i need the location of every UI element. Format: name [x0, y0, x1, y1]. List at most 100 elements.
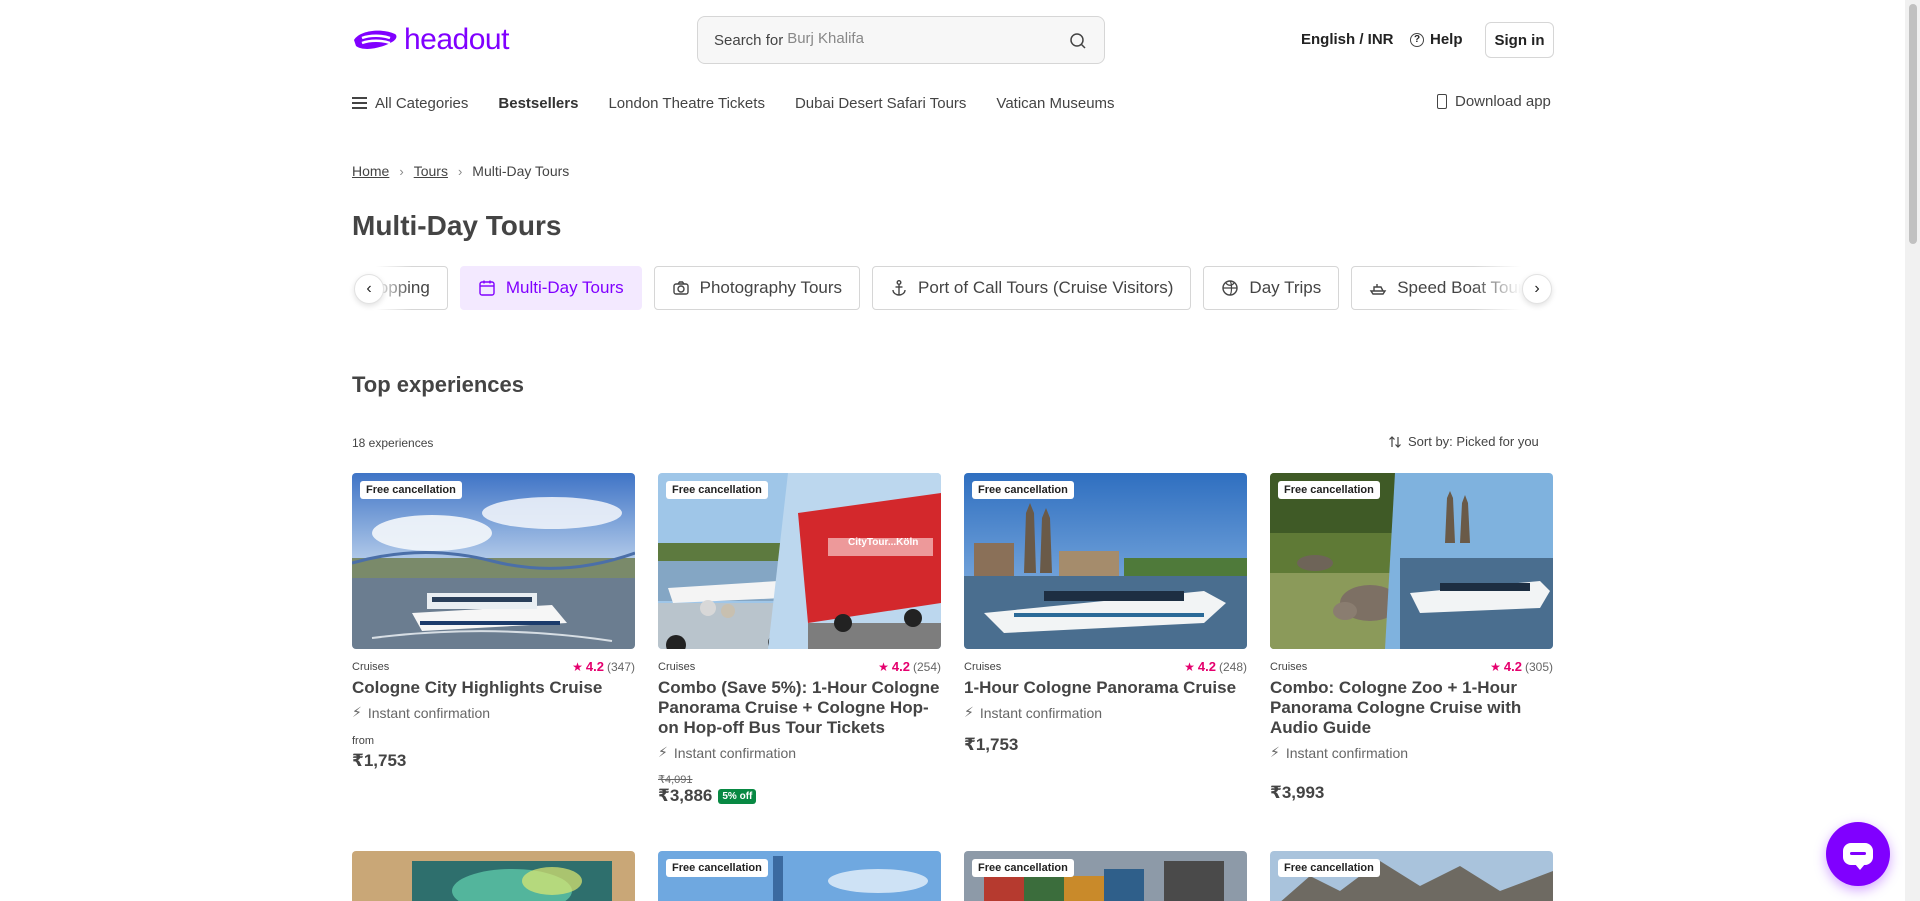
card-rating: ★ 4.2 (248)	[1184, 659, 1247, 674]
chip-photography-tours[interactable]: Photography Tours	[653, 266, 861, 310]
chat-icon	[1843, 843, 1873, 870]
cruise-bus-photo: CityTour...Köln	[658, 473, 941, 649]
card-rating: ★ 4.2 (305)	[1490, 659, 1553, 674]
original-price: ₹4,091	[658, 774, 693, 786]
experience-card[interactable]: Free cancellation Cruises ★ 4.2 (347) Co…	[352, 473, 635, 771]
card-price: ₹3,886	[658, 786, 713, 805]
free-cancellation-badge: Free cancellation	[972, 859, 1074, 877]
sign-in-button[interactable]: Sign in	[1485, 22, 1554, 58]
section-title: Top experiences	[352, 372, 524, 397]
camera-icon	[672, 281, 689, 295]
chevron-right-icon: ›	[457, 163, 463, 179]
help-icon: ?	[1410, 32, 1424, 47]
subcategory-chips: Shopping Multi-Day Tours Photography Tou…	[352, 266, 1553, 312]
chip-port-of-call-tours[interactable]: Port of Call Tours (Cruise Visitors)	[872, 266, 1192, 310]
sort-icon	[1389, 435, 1401, 448]
scrollbar-thumb[interactable]	[1909, 4, 1917, 244]
chevron-left-icon: ‹	[366, 280, 372, 297]
breadcrumb-current: Multi-Day Tours	[472, 163, 570, 179]
svg-text:CityTour...Köln: CityTour...Köln	[848, 537, 918, 548]
card-rating: ★ 4.2 (254)	[878, 659, 941, 674]
help-link[interactable]: ? Help	[1410, 31, 1463, 48]
chip-multi-day-tours[interactable]: Multi-Day Tours	[459, 266, 642, 310]
sort-dropdown[interactable]: Sort by: Picked for you	[1388, 434, 1539, 449]
lightning-icon: ⚡︎	[352, 704, 362, 720]
experience-card[interactable]: Free cancellation Cruises ★ 4.2 (305) Co…	[1270, 473, 1553, 803]
experience-card[interactable]: Free cancellation Cruises ★ 4.2 (248) 1-…	[964, 473, 1247, 755]
category-nav: All Categories Bestsellers London Theatr…	[352, 93, 1145, 113]
experience-card[interactable]: Free cancellation	[964, 851, 1247, 901]
card-price: ₹1,753	[964, 735, 1019, 754]
review-count: (254)	[912, 659, 941, 674]
free-cancellation-badge: Free cancellation	[972, 481, 1074, 499]
breadcrumb: Home › Tours › Multi-Day Tours	[352, 163, 569, 179]
panorama-cruise-photo	[964, 473, 1247, 649]
chevron-right-icon: ›	[399, 163, 404, 179]
nav-all-categories[interactable]: All Categories	[352, 95, 468, 112]
card-category: Cruises	[1270, 660, 1308, 673]
experience-count: 18 experiences	[352, 436, 434, 450]
card-category: Cruises	[658, 660, 696, 673]
experience-card[interactable]: Free cancellation	[658, 851, 941, 901]
chips-scroll-right-button[interactable]: ›	[1522, 274, 1552, 304]
headout-logo[interactable]: headout	[352, 22, 509, 58]
price-from-label: from	[352, 735, 374, 747]
experience-image[interactable]: Free cancellation	[1270, 473, 1553, 649]
instant-confirmation: ⚡︎ Instant confirmation	[1270, 744, 1553, 761]
phone-icon	[1437, 94, 1447, 109]
search-icon[interactable]	[1068, 31, 1088, 51]
discount-badge: 5% off	[718, 788, 757, 804]
card-category: Cruises	[352, 660, 390, 673]
chat-support-button[interactable]	[1826, 822, 1890, 886]
page-title: Multi-Day Tours	[352, 210, 562, 241]
zoo-cruise-photo	[1270, 473, 1553, 649]
rating-score: 4.2	[1197, 659, 1216, 674]
search-input[interactable]: Search for Burj Khalifa	[697, 16, 1105, 64]
star-icon: ★	[1490, 659, 1501, 674]
confirm-label: Instant confirmation	[979, 704, 1103, 721]
lightning-icon: ⚡︎	[964, 704, 974, 720]
card-title[interactable]: Combo (Save 5%): 1-Hour Cologne Panorama…	[658, 678, 941, 738]
confirm-label: Instant confirmation	[367, 704, 491, 721]
nav-bestsellers[interactable]: Bestsellers	[498, 95, 578, 112]
chips-scroll-left-button[interactable]: ‹	[354, 274, 384, 304]
hamburger-icon	[352, 97, 367, 109]
card-rating: ★ 4.2 (347)	[572, 659, 635, 674]
language-currency-selector[interactable]: English / INR	[1301, 31, 1394, 48]
nav-vatican-museums[interactable]: Vatican Museums	[996, 95, 1114, 112]
free-cancellation-badge: Free cancellation	[1278, 859, 1380, 877]
experience-card[interactable]: CityTour...Köln Free cancellation Cruise…	[658, 473, 941, 806]
card-title[interactable]: Combo: Cologne Zoo + 1-Hour Panorama Col…	[1270, 678, 1553, 738]
nav-dubai-desert-safari[interactable]: Dubai Desert Safari Tours	[795, 95, 966, 112]
anchor-icon	[892, 280, 906, 296]
chip-day-trips[interactable]: Day Trips	[1203, 266, 1340, 310]
star-icon: ★	[572, 659, 583, 674]
day-trip-icon	[1222, 280, 1239, 296]
experience-image[interactable]: Free cancellation	[964, 473, 1247, 649]
free-cancellation-badge: Free cancellation	[666, 481, 768, 499]
experience-image[interactable]: Free cancellation	[352, 473, 635, 649]
page-scrollbar[interactable]	[1905, 0, 1920, 901]
instant-confirmation: ⚡︎ Instant confirmation	[352, 704, 635, 721]
nav-london-theatre[interactable]: London Theatre Tickets	[608, 95, 765, 112]
experience-card[interactable]: Free cancellation	[1270, 851, 1553, 901]
experience-card[interactable]	[352, 851, 635, 901]
download-app-link[interactable]: Download app	[1437, 93, 1551, 110]
breadcrumb-home[interactable]: Home	[352, 163, 389, 179]
star-icon: ★	[1184, 659, 1195, 674]
breadcrumb-tours[interactable]: Tours	[414, 163, 448, 179]
search-prefix: Search for	[714, 31, 784, 49]
instant-confirmation: ⚡︎ Instant confirmation	[964, 704, 1247, 721]
confirm-label: Instant confirmation	[1285, 744, 1409, 761]
card-title[interactable]: 1-Hour Cologne Panorama Cruise	[964, 678, 1247, 698]
download-label: Download app	[1455, 93, 1551, 110]
page: headout Search for Burj Khalifa English …	[0, 0, 1920, 901]
experience-image	[352, 851, 635, 901]
sort-label: Sort by: Picked for you	[1408, 434, 1539, 449]
card-title[interactable]: Cologne City Highlights Cruise	[352, 678, 635, 698]
chip-label: Photography Tours	[699, 278, 843, 297]
lightning-icon: ⚡︎	[1270, 744, 1280, 760]
experience-image[interactable]: CityTour...Köln Free cancellation	[658, 473, 941, 649]
lightning-icon: ⚡︎	[658, 744, 668, 760]
chip-label: Day Trips	[1249, 278, 1322, 297]
